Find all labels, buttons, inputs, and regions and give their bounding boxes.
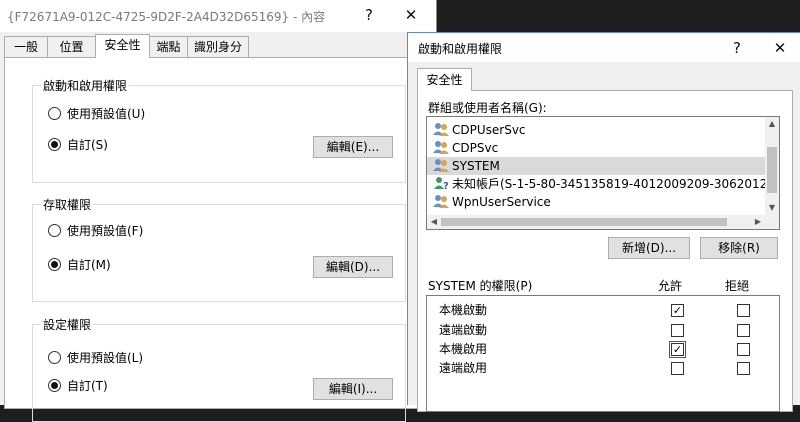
tab-identity[interactable]: 識別身分 xyxy=(187,36,249,57)
launch-permission-dialog: 啟動和啟用權限 ? ✕ 安全性 群組或使用者名稱(G): CDPUserSvc … xyxy=(407,32,800,412)
config-default-radio[interactable]: 使用預設值(L) xyxy=(48,350,143,366)
tab-endpoints[interactable]: 端點 xyxy=(149,36,188,57)
deny-checkbox[interactable] xyxy=(737,304,750,317)
scroll-thumb[interactable] xyxy=(767,147,777,193)
svg-text:?: ? xyxy=(443,181,449,190)
help-icon[interactable]: ? xyxy=(724,36,750,60)
users-horizontal-scrollbar[interactable]: ◀ ▶ xyxy=(427,215,779,229)
allow-checkbox[interactable] xyxy=(671,362,684,375)
security-panel: 啟動和啟用權限 使用預設值(U) 自訂(S) 編輯(E)... 存取權限 使用預… xyxy=(4,57,432,422)
properties-titlebar: {F72671A9-012C-4725-9D2F-2A4D32D65169} -… xyxy=(0,0,436,32)
permission-row-local-launch: 本機啟動 ✓ xyxy=(439,301,769,319)
permission-title: 啟動和啟用權限 xyxy=(418,42,503,56)
unknown-user-icon: ? xyxy=(434,177,449,190)
permission-row-local-activation: 本機啟用 ✓ xyxy=(439,340,769,358)
users-vertical-scrollbar[interactable]: ▲ ▼ xyxy=(765,117,779,215)
permission-row-remote-activation: 遠端啟用 xyxy=(439,359,769,377)
list-item[interactable]: CDPSvc xyxy=(427,139,765,157)
user-group-icon xyxy=(433,159,449,172)
launch-edit-button[interactable]: 編輯(E)... xyxy=(313,136,393,158)
permissions-list: 本機啟動 ✓ 遠端啟動 本機啟用 ✓ 遠端啟用 xyxy=(426,295,780,412)
users-listbox[interactable]: CDPUserSvc CDPSvc SYSTEM ? 未知帳戶(S-1-5-80… xyxy=(426,116,780,230)
scroll-down-icon[interactable]: ▼ xyxy=(765,201,779,215)
list-item[interactable]: WpnUserService xyxy=(427,193,765,211)
config-edit-button[interactable]: 編輯(I)... xyxy=(313,378,393,400)
access-permissions-group: 存取權限 使用預設值(F) 自訂(M) 編輯(D)... xyxy=(32,196,406,302)
add-user-button[interactable]: 新增(D)... xyxy=(608,237,690,259)
launch-default-radio[interactable]: 使用預設值(U) xyxy=(48,106,145,122)
tab-security[interactable]: 安全性 xyxy=(417,68,472,91)
scroll-right-icon[interactable]: ▶ xyxy=(751,215,765,229)
permission-titlebar: 啟動和啟用權限 ? ✕ xyxy=(408,33,800,62)
user-group-icon xyxy=(433,123,449,136)
tab-location[interactable]: 位置 xyxy=(47,36,96,57)
permission-name: 本機啟用 xyxy=(439,342,488,356)
permissions-label: SYSTEM 的權限(P) xyxy=(428,279,533,293)
deny-header: 拒絕 xyxy=(725,279,750,293)
allow-header: 允許 xyxy=(658,279,683,293)
permission-name: 遠端啟動 xyxy=(439,323,488,337)
user-group-icon xyxy=(433,141,449,154)
help-icon[interactable]: ? xyxy=(356,3,382,27)
list-item[interactable]: CDPUserSvc xyxy=(427,121,765,139)
tab-security[interactable]: 安全性 xyxy=(95,34,150,58)
deny-checkbox[interactable] xyxy=(737,362,750,375)
allow-checkbox[interactable]: ✓ xyxy=(671,304,684,317)
access-edit-button[interactable]: 編輯(D)... xyxy=(313,256,393,278)
properties-title: {F72671A9-012C-4725-9D2F-2A4D32D65169} -… xyxy=(7,10,326,24)
properties-tabs: 一般 位置 安全性 端點 識別身分 xyxy=(4,34,436,58)
close-icon[interactable]: ✕ xyxy=(398,3,424,27)
tab-general[interactable]: 一般 xyxy=(4,36,48,57)
group-label: 設定權限 xyxy=(41,316,94,333)
group-label: 存取權限 xyxy=(41,196,94,213)
scroll-left-icon[interactable]: ◀ xyxy=(427,215,441,229)
allow-checkbox[interactable]: ✓ xyxy=(669,341,686,358)
deny-checkbox[interactable] xyxy=(737,324,750,337)
group-label: 啟動和啟用權限 xyxy=(41,77,130,94)
close-icon[interactable]: ✕ xyxy=(767,36,793,60)
config-custom-radio[interactable]: 自訂(T) xyxy=(48,378,108,394)
users-label: 群組或使用者名稱(G): xyxy=(428,101,547,115)
access-custom-radio[interactable]: 自訂(M) xyxy=(48,257,111,273)
permission-name: 遠端啟用 xyxy=(439,361,488,375)
remove-user-button[interactable]: 移除(R) xyxy=(700,237,778,259)
allow-checkbox[interactable] xyxy=(671,324,684,337)
scroll-up-icon[interactable]: ▲ xyxy=(765,117,779,131)
list-item[interactable]: SYSTEM xyxy=(427,157,765,175)
permission-row-remote-launch: 遠端啟動 xyxy=(439,321,769,339)
scroll-thumb[interactable] xyxy=(441,218,727,226)
access-default-radio[interactable]: 使用預設值(F) xyxy=(48,223,143,239)
launch-activation-group: 啟動和啟用權限 使用預設值(U) 自訂(S) 編輯(E)... xyxy=(32,77,406,183)
user-group-icon xyxy=(433,195,449,208)
deny-checkbox[interactable] xyxy=(737,343,750,356)
configuration-permissions-group: 設定權限 使用預設值(L) 自訂(T) 編輯(I)... xyxy=(32,316,406,422)
properties-dialog: {F72671A9-012C-4725-9D2F-2A4D32D65169} -… xyxy=(0,0,437,422)
permission-name: 本機啟動 xyxy=(439,303,488,317)
launch-custom-radio[interactable]: 自訂(S) xyxy=(48,137,108,153)
list-item[interactable]: ? 未知帳戶(S-1-5-80-345135819-4012009209-306… xyxy=(427,175,765,193)
